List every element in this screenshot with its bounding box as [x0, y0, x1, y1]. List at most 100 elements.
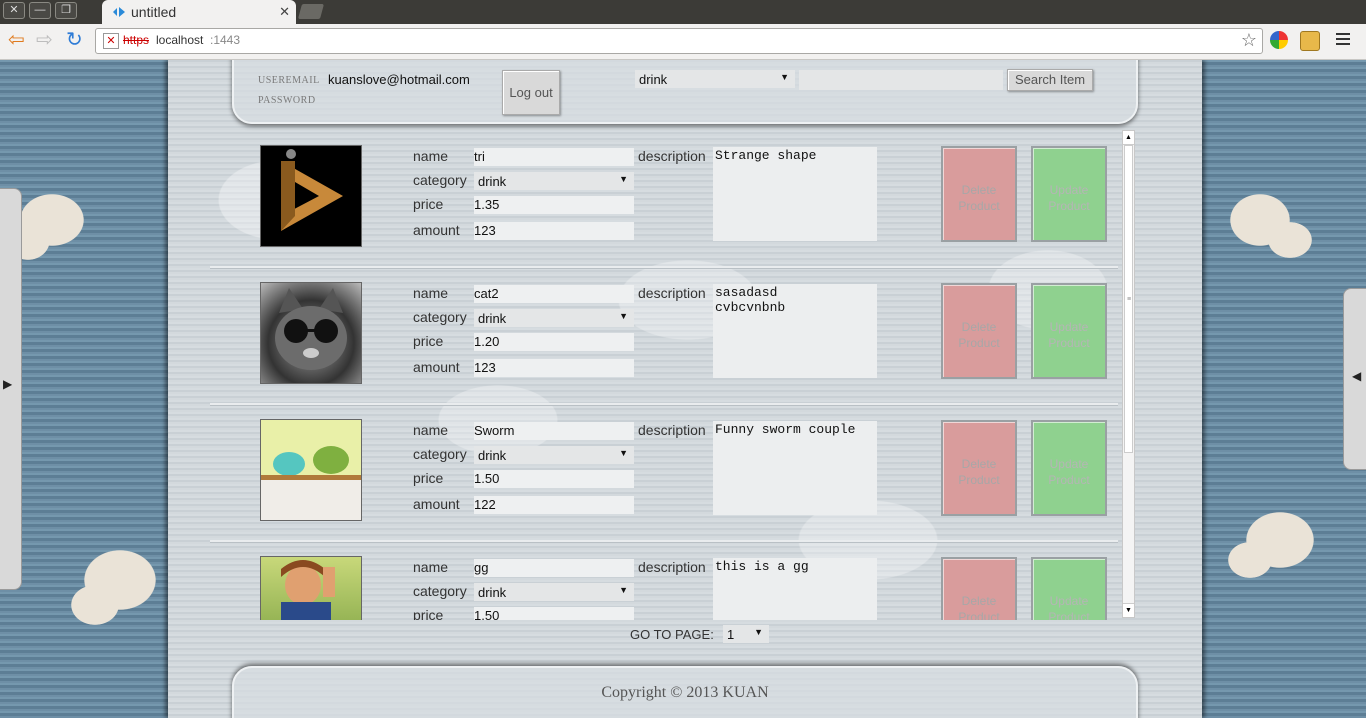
delete-product-button[interactable]: Delete Product [941, 557, 1017, 620]
name-field[interactable]: tri [474, 148, 634, 166]
product-list-scrollbar[interactable]: ▲ ≡ ▼ [1122, 130, 1135, 618]
url-host: localhost [156, 33, 204, 47]
update-product-button[interactable]: Update Product [1031, 146, 1107, 242]
useremail-label: USEREMAIL [258, 75, 320, 86]
price-field[interactable]: 1.50 [474, 470, 634, 488]
price-label: price [413, 470, 444, 486]
update-product-button[interactable]: Update Product [1031, 557, 1107, 620]
delete-product-button[interactable]: Delete Product [941, 283, 1017, 379]
row-divider [210, 266, 1118, 268]
description-field[interactable]: Strange shape [713, 147, 877, 241]
name-field[interactable]: cat2 [474, 285, 634, 303]
window-maximize-button[interactable]: ❐ [55, 2, 77, 19]
useremail-value: kuanslove@hotmail.com [328, 72, 470, 87]
price-field[interactable]: 1.50 [474, 607, 634, 620]
category-select[interactable]: drink ▼ [474, 309, 634, 327]
name-label: name [413, 148, 449, 164]
scroll-grip-icon: ≡ [1127, 296, 1132, 303]
name-value: tri [474, 149, 485, 164]
update-label-line2: Product [1048, 336, 1090, 350]
delete-label-line1: Delete [961, 457, 997, 471]
amount-field[interactable]: 123 [474, 359, 634, 377]
search-input[interactable] [799, 70, 1003, 90]
tab-close-icon[interactable]: ✕ [279, 4, 290, 20]
expand-right-arrow-icon: ▶ [3, 377, 13, 391]
product-row: name cat2 category drink ▼ price 1.20 am… [208, 269, 1120, 406]
left-side-panel-toggle[interactable]: ▶ [0, 188, 22, 590]
amount-label: amount [413, 222, 460, 238]
update-label-line1: Update [1049, 320, 1089, 334]
bookmark-star-icon[interactable]: ☆ [1241, 30, 1257, 51]
scroll-down-arrow-icon[interactable]: ▼ [1123, 603, 1134, 617]
category-select[interactable]: drink ▼ [474, 583, 634, 601]
scrollbar-thumb[interactable]: ≡ [1124, 145, 1133, 453]
amount-value: 123 [474, 360, 496, 375]
browser-menu-icon[interactable] [1336, 33, 1350, 48]
delete-product-button[interactable]: Delete Product [941, 420, 1017, 516]
page-select[interactable]: 1 ▼ [723, 625, 769, 643]
name-value: Sworm [474, 423, 515, 438]
price-label: price [413, 333, 444, 349]
window-minimize-button[interactable]: — [29, 2, 51, 19]
product-row: name tri category drink ▼ price 1.35 amo… [208, 132, 1120, 269]
product-image-girl-photo [260, 556, 362, 620]
description-field[interactable]: sasadasd cvbcvnbnb [713, 284, 877, 378]
category-select[interactable]: drink ▼ [474, 172, 634, 190]
description-label: description [638, 422, 706, 438]
update-product-button[interactable]: Update Product [1031, 420, 1107, 516]
delete-product-button[interactable]: Delete Product [941, 146, 1017, 242]
category-label: category [413, 446, 467, 462]
delete-label-line2: Product [958, 336, 1000, 350]
extension-folder-icon[interactable] [1300, 31, 1320, 51]
go-to-page-label: GO TO PAGE: [630, 627, 714, 642]
category-select[interactable]: drink ▼ [474, 446, 634, 464]
description-field[interactable]: Funny sworm couple [713, 421, 877, 515]
scroll-up-arrow-icon[interactable]: ▲ [1123, 131, 1134, 145]
update-label-line2: Product [1048, 473, 1090, 487]
search-item-button[interactable]: Search Item [1007, 69, 1093, 91]
category-value: drink [478, 448, 507, 463]
description-label: description [638, 148, 706, 164]
tab-title: untitled [131, 4, 177, 20]
name-field[interactable]: gg [474, 559, 634, 577]
chevron-down-icon: ▼ [780, 72, 789, 82]
price-label: price [413, 607, 444, 620]
product-list[interactable]: name tri category drink ▼ price 1.35 amo… [208, 132, 1124, 620]
main-page: USEREMAIL PASSWORD kuanslove@hotmail.com… [168, 60, 1202, 718]
right-side-panel-toggle[interactable]: ◀ [1343, 288, 1366, 470]
reload-icon[interactable]: ↻ [66, 29, 83, 51]
amount-field[interactable]: 123 [474, 222, 634, 240]
category-filter-select[interactable]: drink ▼ [635, 70, 795, 88]
password-label: PASSWORD [258, 95, 316, 106]
amount-field[interactable]: 122 [474, 496, 634, 514]
category-label: category [413, 309, 467, 325]
category-label: category [413, 172, 467, 188]
update-product-button[interactable]: Update Product [1031, 283, 1107, 379]
amount-label: amount [413, 359, 460, 375]
price-field[interactable]: 1.35 [474, 196, 634, 214]
name-field[interactable]: Sworm [474, 422, 634, 440]
delete-label-line2: Product [958, 199, 1000, 213]
category-filter-value: drink [639, 72, 668, 87]
browser-tab[interactable]: untitled ✕ [102, 0, 296, 24]
extension-colorful-icon[interactable] [1270, 31, 1288, 49]
url-port: :1443 [210, 33, 241, 47]
category-value: drink [478, 585, 507, 600]
update-label-line1: Update [1049, 457, 1089, 471]
name-label: name [413, 285, 449, 301]
window-close-button[interactable]: ✕ [3, 2, 25, 19]
chevron-down-icon: ▼ [754, 627, 763, 637]
category-value: drink [478, 311, 507, 326]
new-tab-button[interactable] [297, 4, 325, 19]
forward-icon[interactable]: ⇨ [36, 29, 53, 51]
logout-button[interactable]: Log out [502, 70, 560, 115]
price-field[interactable]: 1.20 [474, 333, 634, 351]
amount-value: 122 [474, 497, 496, 512]
name-label: name [413, 422, 449, 438]
update-label-line2: Product [1048, 199, 1090, 213]
back-icon[interactable]: ⇦ [8, 29, 25, 51]
price-value: 1.20 [474, 334, 500, 349]
description-field[interactable]: this is a gg [713, 558, 877, 620]
address-bar[interactable]: ✕ https localhost :1443 ☆ [95, 28, 1263, 54]
name-value: cat2 [474, 286, 499, 301]
